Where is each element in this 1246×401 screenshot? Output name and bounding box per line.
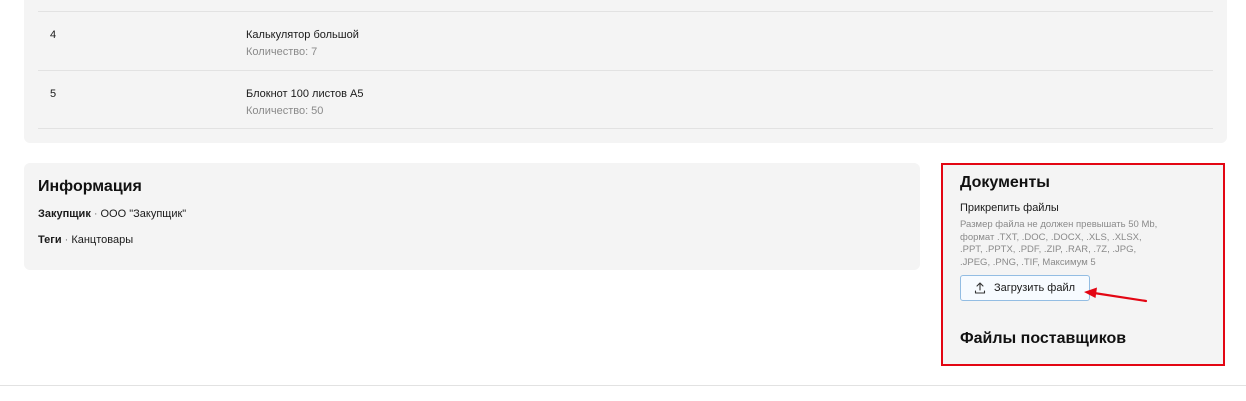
upload-file-button[interactable]: Загрузить файл <box>960 275 1090 301</box>
tags-line: Теги · Канцтовары <box>38 234 133 246</box>
documents-card: Документы Прикрепить файлы Размер файла … <box>941 163 1225 366</box>
item-name: Блокнот 100 листов А5 <box>246 88 364 100</box>
tags-label: Теги <box>38 234 62 246</box>
buyer-line: Закупщик · ООО "Закупщик" <box>38 208 186 220</box>
list-item: 4 Калькулятор большой Количество: 7 <box>38 11 1213 70</box>
separator: · <box>64 234 69 246</box>
item-quantity: Количество: 7 <box>246 46 318 58</box>
information-card: Информация Закупщик · ООО "Закупщик" Теги ·… <box>24 163 920 270</box>
attach-files-hint: Размер файла не должен превышать 50 Mb, … <box>960 219 1158 268</box>
supplier-files-title: Файлы поставщиков <box>960 330 1127 347</box>
divider <box>0 385 1246 386</box>
list-item: 5 Блокнот 100 листов А5 Количество: 50 <box>38 70 1213 129</box>
annotation-arrow-icon <box>1084 287 1148 303</box>
separator: · <box>93 208 98 220</box>
buyer-label: Закупщик <box>38 208 91 220</box>
upload-file-label: Загрузить файл <box>994 282 1076 294</box>
tags-value: Канцтовары <box>71 234 134 246</box>
buyer-value: ООО "Закупщик" <box>100 208 187 220</box>
documents-title: Документы <box>960 174 1050 191</box>
items-card: 4 Калькулятор большой Количество: 7 5 Бл… <box>24 0 1227 143</box>
item-name: Калькулятор большой <box>246 29 359 41</box>
upload-icon <box>974 282 986 294</box>
item-number: 4 <box>50 29 57 41</box>
attach-files-label: Прикрепить файлы <box>960 202 1059 214</box>
information-title: Информация <box>38 178 142 195</box>
item-quantity: Количество: 50 <box>246 105 324 117</box>
item-number: 5 <box>50 88 57 100</box>
